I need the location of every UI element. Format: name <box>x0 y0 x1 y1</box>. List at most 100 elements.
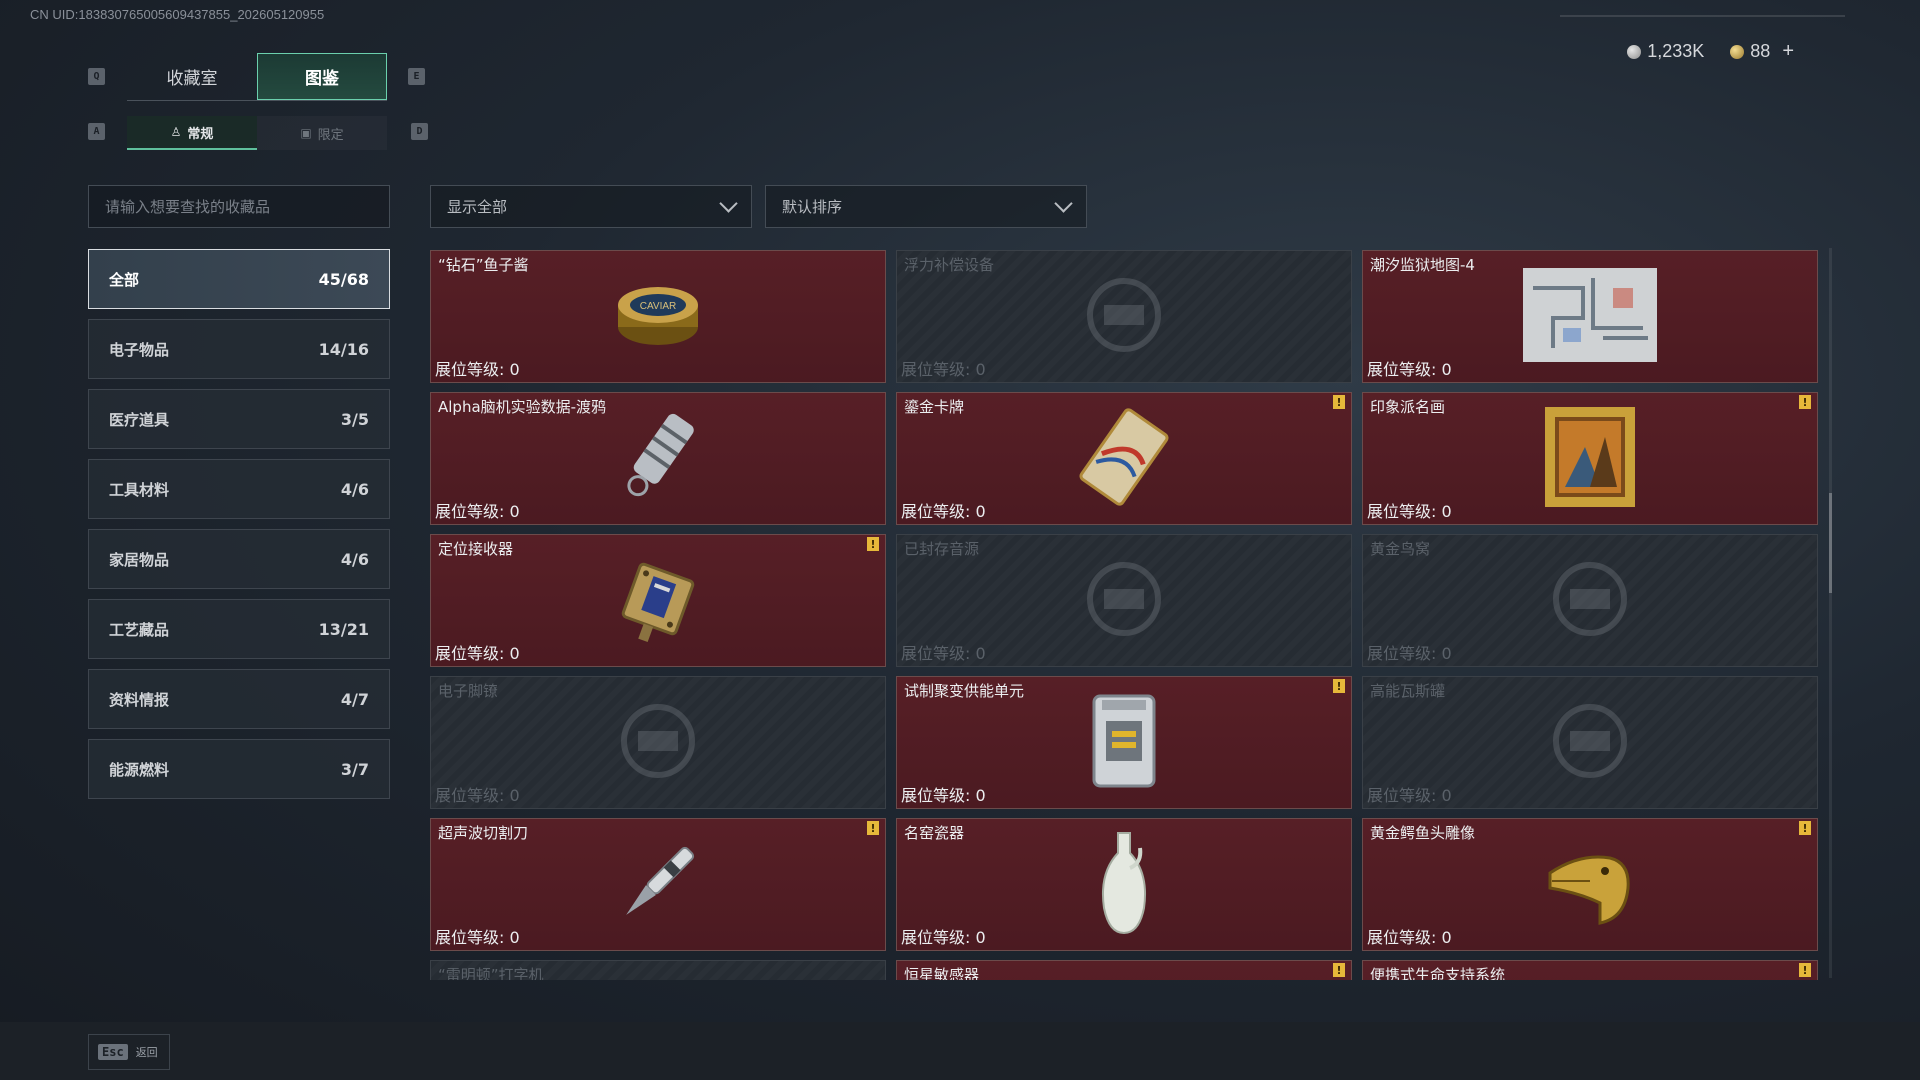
item-title: 恒星敏感器 <box>904 966 980 980</box>
item-level: 展位等级: 0 <box>901 928 986 947</box>
category-all[interactable]: 全部 45/68 <box>88 249 390 309</box>
item-level: 展位等级: 0 <box>1367 644 1452 663</box>
item-title: 浮力补偿设备 <box>904 256 995 274</box>
sort-dropdown[interactable]: 默认排序 <box>765 185 1087 228</box>
silver-currency: 1,233K <box>1627 41 1704 62</box>
item-title: 便携式生命支持系统 <box>1370 966 1506 980</box>
item-card[interactable]: 潮汐监狱地图-4 展位等级: 0 <box>1362 250 1818 383</box>
item-card[interactable]: 印象派名画 展位等级: 0! <box>1362 392 1818 525</box>
item-card[interactable]: 定位接收器展位等级: 0! <box>430 534 886 667</box>
prev-subtab-key[interactable]: A <box>88 123 105 140</box>
category-count: 4/6 <box>340 549 369 569</box>
back-button[interactable]: Esc 返回 <box>88 1034 170 1070</box>
back-label: 返回 <box>135 1046 158 1059</box>
tab-codex[interactable]: 图鉴 <box>257 53 387 100</box>
audio-source-icon <box>1079 554 1169 648</box>
item-card[interactable]: 黄金鳄鱼头雕像 展位等级: 0! <box>1362 818 1818 951</box>
silver-coin-icon <box>1627 44 1642 59</box>
star-sensor-icon <box>1079 980 1169 981</box>
item-title: 高能瓦斯罐 <box>1370 682 1446 700</box>
new-flag-icon: ! <box>1333 395 1345 409</box>
new-flag-icon: ! <box>867 537 879 551</box>
item-card[interactable]: 鎏金卡牌 展位等级: 0! <box>896 392 1352 525</box>
subtab-regular-label: 常规 <box>187 126 214 142</box>
figure-icon: ♙ <box>170 125 182 139</box>
category-label: 工艺藏品 <box>109 620 170 639</box>
new-flag-icon: ! <box>1333 679 1345 693</box>
item-level: 展位等级: 0 <box>901 502 986 521</box>
item-card[interactable]: 黄金鸟窝展位等级: 0 <box>1362 534 1818 667</box>
item-card[interactable]: “钻石”鱼子酱 CAVIAR 展位等级: 0 <box>430 250 886 383</box>
scrollbar-track[interactable] <box>1829 248 1832 978</box>
item-card[interactable]: 试制聚变供能单元 展位等级: 0! <box>896 676 1352 809</box>
gold-coin-icon <box>1730 44 1745 59</box>
item-level: 展位等级: 0 <box>1367 360 1452 379</box>
show-filter-dropdown[interactable]: 显示全部 <box>430 185 752 228</box>
category-electronics[interactable]: 电子物品 14/16 <box>88 319 390 379</box>
category-tools[interactable]: 工具材料 4/6 <box>88 459 390 519</box>
ankle-monitor-icon <box>613 696 703 790</box>
painting-icon <box>1545 406 1635 511</box>
item-card[interactable]: “雷明顿”打字机展位等级: 0 <box>430 960 886 980</box>
fusion-unit-icon <box>1084 686 1164 800</box>
item-level: 展位等级: 0 <box>435 928 520 947</box>
scrollbar-thumb[interactable] <box>1829 493 1832 593</box>
item-title: 定位接收器 <box>438 540 514 558</box>
chevron-down-icon <box>1054 193 1073 213</box>
item-level: 展位等级: 0 <box>901 644 986 663</box>
item-level: 展位等级: 0 <box>435 360 520 379</box>
prev-tab-key[interactable]: Q <box>88 68 105 85</box>
item-card[interactable]: 已封存音源 展位等级: 0 <box>896 534 1352 667</box>
golden-nest-icon <box>1545 554 1635 648</box>
category-crafts[interactable]: 工艺藏品 13/21 <box>88 599 390 659</box>
category-label: 全部 <box>109 270 140 289</box>
item-title: 黄金鸟窝 <box>1370 540 1431 558</box>
item-card[interactable]: Alpha脑机实验数据-渡鸦 展位等级: 0 <box>430 392 886 525</box>
category-count: 4/6 <box>340 479 369 499</box>
item-card[interactable]: 浮力补偿设备 展位等级: 0 <box>896 250 1352 383</box>
subtab-regular[interactable]: ♙ 常规 <box>127 116 257 150</box>
item-title: 印象派名画 <box>1370 398 1446 416</box>
category-intel[interactable]: 资料情报 4/7 <box>88 669 390 729</box>
item-title: 名窑瓷器 <box>904 824 965 842</box>
add-currency-button[interactable]: + <box>1782 40 1794 63</box>
gas-canister-icon <box>1545 696 1635 790</box>
item-card[interactable]: 名窑瓷器展位等级: 0 <box>896 818 1352 951</box>
data-drive-icon <box>613 407 703 511</box>
item-title: 超声波切割刀 <box>438 824 529 842</box>
next-subtab-key[interactable]: D <box>411 123 428 140</box>
item-card[interactable]: 高能瓦斯罐展位等级: 0 <box>1362 676 1818 809</box>
typewriter-icon <box>613 980 703 981</box>
ultrasonic-knife-icon <box>608 833 708 937</box>
item-card[interactable]: 超声波切割刀 展位等级: 0! <box>430 818 886 951</box>
map-icon <box>1523 267 1657 366</box>
item-card[interactable]: 恒星敏感器展位等级: 0! <box>896 960 1352 980</box>
gold-crocodile-icon <box>1540 833 1640 937</box>
tab-collection-room[interactable]: 收藏室 <box>127 53 257 100</box>
category-label: 工具材料 <box>109 480 170 499</box>
item-level: 展位等级: 0 <box>1367 786 1452 805</box>
porcelain-vase-icon <box>1094 828 1154 942</box>
new-flag-icon: ! <box>867 821 879 835</box>
item-title: 黄金鳄鱼头雕像 <box>1370 824 1476 842</box>
category-medical[interactable]: 医疗道具 3/5 <box>88 389 390 449</box>
item-card[interactable]: 便携式生命支持系统展位等级: 0! <box>1362 960 1818 980</box>
caviar-tin-icon: CAVIAR <box>613 275 703 359</box>
show-filter-value: 显示全部 <box>447 198 508 216</box>
subtab-limited[interactable]: ▣ 限定 <box>257 116 387 150</box>
item-card[interactable]: 电子脚镣 展位等级: 0 <box>430 676 886 809</box>
category-count: 14/16 <box>318 339 369 359</box>
next-tab-key[interactable]: E <box>408 68 425 85</box>
category-count: 45/68 <box>318 269 369 289</box>
gilded-card-icon <box>1074 407 1174 511</box>
item-level: 展位等级: 0 <box>435 644 520 663</box>
esc-key: Esc <box>98 1044 128 1060</box>
search-input[interactable] <box>105 197 389 216</box>
svg-text:CAVIAR: CAVIAR <box>640 301 677 312</box>
search-box[interactable] <box>88 185 390 228</box>
category-energy[interactable]: 能源燃料 3/7 <box>88 739 390 799</box>
category-household[interactable]: 家居物品 4/6 <box>88 529 390 589</box>
new-flag-icon: ! <box>1799 963 1811 977</box>
gold-currency[interactable]: 88 + <box>1730 40 1794 63</box>
currency-bar: 1,233K 88 + <box>1627 40 1794 63</box>
